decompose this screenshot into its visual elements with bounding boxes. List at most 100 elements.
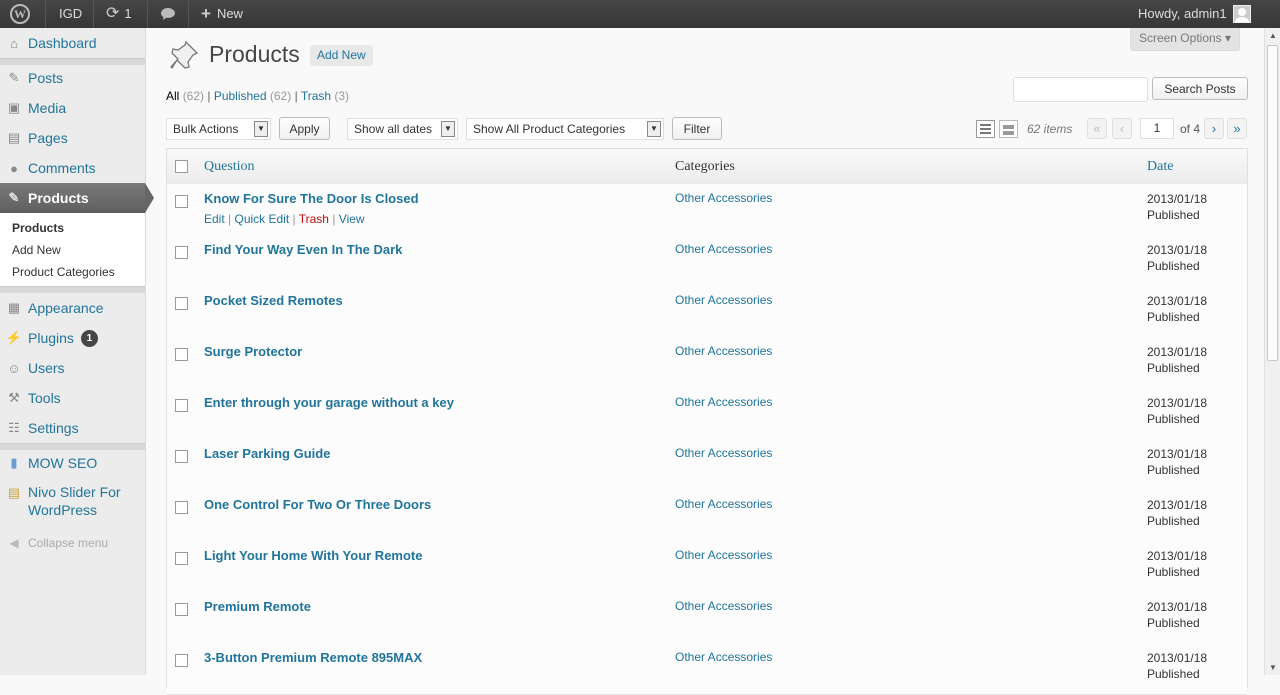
row-date: 2013/01/18 Published bbox=[1147, 344, 1207, 376]
filter-button[interactable]: Filter bbox=[672, 117, 722, 140]
list-view-icon[interactable] bbox=[976, 120, 995, 138]
sidebar-item-plugins[interactable]: ⚡ Plugins 1 bbox=[0, 323, 145, 353]
add-new-button[interactable]: Add New bbox=[310, 45, 373, 66]
submenu-products[interactable]: Products bbox=[12, 221, 64, 235]
row-category-link[interactable]: Other Accessories bbox=[675, 395, 772, 409]
search-posts-button[interactable]: Search Posts bbox=[1152, 77, 1248, 100]
row-checkbox[interactable] bbox=[175, 654, 188, 667]
row-title-link[interactable]: Surge Protector bbox=[204, 344, 302, 359]
sidebar-item-label: Users bbox=[28, 360, 65, 376]
sidebar-item-label: Dashboard bbox=[28, 35, 97, 51]
current-page-input[interactable]: 1 bbox=[1140, 118, 1174, 139]
sidebar-item-products[interactable]: ✎ Products bbox=[0, 183, 154, 213]
collapse-menu-button[interactable]: ◀ Collapse menu bbox=[0, 528, 145, 558]
row-title-link[interactable]: 3-Button Premium Remote 895MAX bbox=[204, 650, 422, 665]
sidebar-item-comments[interactable]: ● Comments bbox=[0, 153, 145, 183]
filter-trash[interactable]: Trash bbox=[301, 89, 331, 103]
dates-select[interactable]: Show all dates ▼ bbox=[347, 118, 458, 140]
next-page-button[interactable]: › bbox=[1204, 118, 1224, 139]
table-row: Light Your Home With Your Remote Other Ac… bbox=[167, 541, 1247, 593]
submenu-product-categories[interactable]: Product Categories bbox=[12, 265, 115, 279]
column-question[interactable]: Question bbox=[204, 159, 255, 175]
howdy-text: Howdy, admin1 bbox=[1138, 6, 1227, 21]
product-categories-select[interactable]: Show All Product Categories ▼ bbox=[466, 118, 664, 140]
row-checkbox[interactable] bbox=[175, 501, 188, 514]
filter-published[interactable]: Published bbox=[214, 89, 267, 103]
view-link[interactable]: View bbox=[339, 212, 365, 226]
row-title-link[interactable]: Know For Sure The Door Is Closed bbox=[204, 191, 419, 206]
row-checkbox[interactable] bbox=[175, 297, 188, 310]
filter-trash-count: (3) bbox=[334, 89, 350, 103]
sidebar-item-pages[interactable]: ▤ Pages bbox=[0, 123, 145, 153]
row-title-link[interactable]: Enter through your garage without a key bbox=[204, 395, 454, 410]
column-date[interactable]: Date bbox=[1147, 159, 1173, 175]
scroll-thumb[interactable] bbox=[1267, 45, 1278, 361]
row-category-link[interactable]: Other Accessories bbox=[675, 191, 772, 205]
row-title-link[interactable]: Find Your Way Even In The Dark bbox=[204, 242, 402, 257]
avatar bbox=[1232, 5, 1251, 23]
filter-all-count: (62) bbox=[182, 89, 205, 103]
sidebar-item-dashboard[interactable]: ⌂ Dashboard bbox=[0, 28, 145, 58]
row-title-link[interactable]: One Control For Two Or Three Doors bbox=[204, 497, 431, 512]
row-status: Published bbox=[1147, 259, 1200, 273]
row-category-link[interactable]: Other Accessories bbox=[675, 344, 772, 358]
row-date-value: 2013/01/18 bbox=[1147, 549, 1208, 563]
quick-edit-link[interactable]: Quick Edit bbox=[234, 212, 289, 226]
last-page-button[interactable]: » bbox=[1227, 118, 1247, 139]
row-checkbox[interactable] bbox=[175, 348, 188, 361]
sidebar-item-posts[interactable]: ✎ Posts bbox=[0, 63, 145, 93]
row-checkbox[interactable] bbox=[175, 399, 188, 412]
prev-page-button[interactable]: ‹ bbox=[1112, 118, 1132, 139]
row-status: Published bbox=[1147, 616, 1200, 630]
screen-options-button[interactable]: Screen Options ▾ bbox=[1130, 28, 1240, 51]
sidebar-item-media[interactable]: ▣ Media bbox=[0, 93, 145, 123]
sidebar-item-mow-seo[interactable]: ▮ MOW SEO bbox=[0, 448, 145, 478]
row-checkbox[interactable] bbox=[175, 195, 188, 208]
row-checkbox[interactable] bbox=[175, 603, 188, 616]
row-title-link[interactable]: Light Your Home With Your Remote bbox=[204, 548, 422, 563]
edit-link[interactable]: Edit bbox=[204, 212, 225, 226]
sidebar-item-tools[interactable]: ⚒ Tools bbox=[0, 383, 145, 413]
row-category-link[interactable]: Other Accessories bbox=[675, 446, 772, 460]
wordpress-logo-icon[interactable]: W bbox=[10, 0, 30, 28]
new-content-link[interactable]: + New bbox=[201, 0, 243, 28]
scroll-up-icon[interactable]: ▲ bbox=[1269, 31, 1277, 40]
bulk-actions-select[interactable]: Bulk Actions ▼ bbox=[166, 118, 271, 140]
updates-link[interactable]: ⟳ 1 bbox=[106, 0, 132, 28]
excerpt-view-icon[interactable] bbox=[999, 120, 1018, 138]
row-date-value: 2013/01/18 bbox=[1147, 396, 1208, 410]
apply-button[interactable]: Apply bbox=[279, 117, 330, 140]
filter-all[interactable]: All bbox=[166, 89, 179, 103]
site-name-link[interactable]: IGD bbox=[59, 0, 82, 28]
row-category-link[interactable]: Other Accessories bbox=[675, 497, 772, 511]
sidebar-item-appearance[interactable]: ▦ Appearance bbox=[0, 293, 145, 323]
sidebar-item-settings[interactable]: ☷ Settings bbox=[0, 413, 145, 443]
row-category-link[interactable]: Other Accessories bbox=[675, 599, 772, 613]
row-title-link[interactable]: Pocket Sized Remotes bbox=[204, 293, 343, 308]
row-date: 2013/01/18 Published bbox=[1147, 242, 1207, 274]
row-checkbox[interactable] bbox=[175, 450, 188, 463]
page-scrollbar[interactable]: ▲ ▼ bbox=[1264, 28, 1280, 675]
search-input[interactable] bbox=[1013, 77, 1148, 102]
sidebar-item-users[interactable]: ☺ Users bbox=[0, 353, 145, 383]
posts-table: Question Categories Date Know For Sure T… bbox=[166, 148, 1248, 695]
my-account-link[interactable]: Howdy, admin1 bbox=[1138, 0, 1251, 28]
first-page-button[interactable]: « bbox=[1087, 118, 1107, 139]
submenu-add-new[interactable]: Add New bbox=[12, 243, 61, 257]
select-all-checkbox[interactable] bbox=[175, 160, 188, 173]
row-category-link[interactable]: Other Accessories bbox=[675, 650, 772, 664]
row-category-link[interactable]: Other Accessories bbox=[675, 548, 772, 562]
trash-link[interactable]: Trash bbox=[299, 212, 329, 226]
sidebar-item-nivo-slider[interactable]: ▤ Nivo Slider For WordPress bbox=[0, 483, 145, 523]
scroll-down-icon[interactable]: ▼ bbox=[1269, 663, 1277, 672]
bulk-actions-value: Bulk Actions bbox=[173, 122, 239, 136]
comments-icon[interactable] bbox=[160, 0, 176, 28]
row-title-link[interactable]: Premium Remote bbox=[204, 599, 311, 614]
row-category-link[interactable]: Other Accessories bbox=[675, 242, 772, 256]
row-category-link[interactable]: Other Accessories bbox=[675, 293, 772, 307]
row-title-link[interactable]: Laser Parking Guide bbox=[204, 446, 330, 461]
comments-icon: ● bbox=[10, 160, 18, 176]
sidebar-item-label: MOW SEO bbox=[28, 455, 98, 471]
row-checkbox[interactable] bbox=[175, 552, 188, 565]
row-checkbox[interactable] bbox=[175, 246, 188, 259]
